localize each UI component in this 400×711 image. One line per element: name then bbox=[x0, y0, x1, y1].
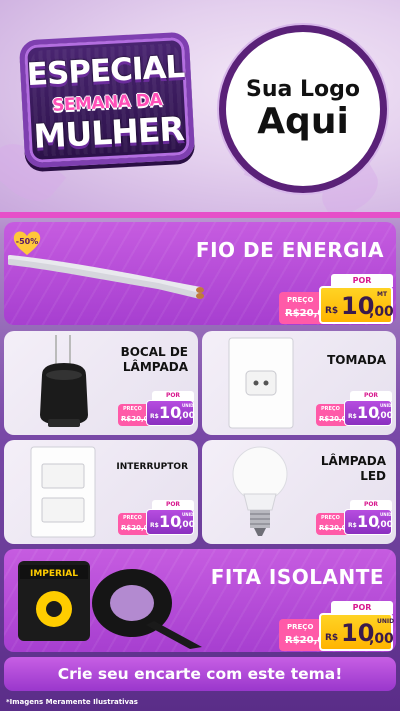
special-week-badge: ESPECIAL SEMANA DA MULHER bbox=[18, 31, 196, 169]
divider-bar bbox=[0, 212, 400, 218]
price-unit: UNID bbox=[377, 618, 395, 625]
title-line1: BOCAL DE bbox=[120, 345, 188, 359]
switch-image bbox=[30, 446, 96, 538]
socket-image bbox=[40, 335, 88, 427]
new-price: R$ 10 ,00 UNID bbox=[319, 613, 395, 651]
product-title: FIO DE ENERGIA bbox=[195, 238, 384, 262]
product-card-fita[interactable]: IMPERIAL FITA ISOLANTE POR PREÇO R$20,00… bbox=[4, 549, 396, 652]
title-line2: LED bbox=[360, 469, 386, 483]
tape-brand: IMPERIAL bbox=[30, 569, 78, 579]
price-decimal: ,00 bbox=[377, 520, 393, 530]
product-title: FITA ISOLANTE bbox=[210, 565, 384, 589]
new-price: R$ 10 ,00 UNID bbox=[146, 509, 195, 535]
price-integer: 10 bbox=[159, 512, 182, 531]
old-price-label: PREÇO bbox=[321, 515, 340, 521]
new-price: R$ 10 ,00 UNID bbox=[146, 400, 195, 426]
price-unit: MT bbox=[377, 291, 388, 298]
currency-symbol: R$ bbox=[150, 522, 159, 529]
product-card-interruptor[interactable]: INTERRUPTOR POR PREÇO R$20,00 R$ 10 ,00 … bbox=[4, 440, 198, 544]
price-tag: POR PREÇO R$20,00 R$ 10 ,00 UNID bbox=[279, 601, 395, 651]
price-tag: POR PREÇO R$20,00 R$ 10 ,00 UNID bbox=[316, 391, 393, 427]
logo-text-line2: Aqui bbox=[257, 100, 349, 142]
price-unit: UNID bbox=[182, 403, 194, 408]
tape-image: IMPERIAL bbox=[18, 561, 202, 649]
price-unit: UNID bbox=[380, 403, 392, 408]
price-integer: 10 bbox=[357, 403, 380, 422]
price-tag: POR PREÇO R$20,00 R$ 10 ,00 UNID bbox=[118, 500, 195, 536]
product-title: BOCAL DE LÂMPADA bbox=[121, 345, 188, 375]
cable-image bbox=[8, 255, 204, 299]
new-price: R$ 10 ,00 UNID bbox=[344, 509, 393, 535]
logo-text-line1: Sua Logo bbox=[245, 76, 360, 102]
old-price-label: PREÇO bbox=[123, 515, 142, 521]
currency-symbol: R$ bbox=[325, 306, 339, 316]
price-tag: POR PREÇO R$20,00 R$ 10 ,00 UNID bbox=[316, 500, 393, 536]
disclaimer-text: *Imagens Meramente Ilustrativas bbox=[6, 698, 138, 706]
outlet-image bbox=[228, 337, 294, 429]
old-price-label: PREÇO bbox=[287, 623, 314, 631]
header-banner: ESPECIAL SEMANA DA MULHER Sua Logo Aqui bbox=[0, 0, 400, 212]
title-line1: LÂMPADA bbox=[320, 454, 386, 468]
old-price-label: PREÇO bbox=[123, 406, 142, 412]
price-decimal: ,00 bbox=[179, 411, 195, 421]
price-unit: UNID bbox=[182, 512, 194, 517]
product-card-bocal[interactable]: BOCAL DE LÂMPADA POR PREÇO R$20,00 R$ 10… bbox=[4, 331, 198, 435]
price-decimal: ,00 bbox=[179, 520, 195, 530]
old-price-label: PREÇO bbox=[287, 296, 314, 304]
currency-symbol: R$ bbox=[325, 633, 339, 643]
price-decimal: ,00 bbox=[369, 631, 394, 647]
price-tag: POR PREÇO R$20,00 R$ 10 ,00 UNID bbox=[118, 391, 195, 427]
price-decimal: ,00 bbox=[369, 304, 394, 320]
title-line2: LÂMPADA bbox=[122, 360, 188, 374]
new-price: R$ 10 ,00 UNID bbox=[344, 400, 393, 426]
currency-symbol: R$ bbox=[150, 413, 159, 420]
price-integer: 10 bbox=[159, 403, 182, 422]
discount-label: -50% bbox=[15, 237, 39, 246]
price-decimal: ,00 bbox=[377, 411, 393, 421]
price-integer: 10 bbox=[357, 512, 380, 531]
product-card-lampada[interactable]: LÂMPADA LED POR PREÇO R$20,00 R$ 10 ,00 … bbox=[202, 440, 396, 544]
product-title: TOMADA bbox=[327, 353, 386, 367]
old-price-label: PREÇO bbox=[321, 406, 340, 412]
product-title: LÂMPADA LED bbox=[321, 454, 386, 484]
led-bulb-image bbox=[232, 446, 288, 536]
cta-banner[interactable]: Crie seu encarte com este tema! bbox=[4, 657, 396, 691]
new-price: R$ 10 ,00 MT bbox=[319, 286, 394, 324]
currency-symbol: R$ bbox=[348, 522, 357, 529]
logo-placeholder[interactable]: Sua Logo Aqui bbox=[219, 25, 387, 193]
product-title: INTERRUPTOR bbox=[116, 462, 188, 472]
product-card-fio[interactable]: -50% FIO DE ENERGIA POR PREÇO R$20,00 R$… bbox=[4, 222, 396, 325]
price-tag: POR PREÇO R$20,00 R$ 10 ,00 MT bbox=[279, 274, 394, 324]
product-card-tomada[interactable]: TOMADA POR PREÇO R$20,00 R$ 10 ,00 UNID bbox=[202, 331, 396, 435]
price-unit: UNID bbox=[380, 512, 392, 517]
currency-symbol: R$ bbox=[348, 413, 357, 420]
